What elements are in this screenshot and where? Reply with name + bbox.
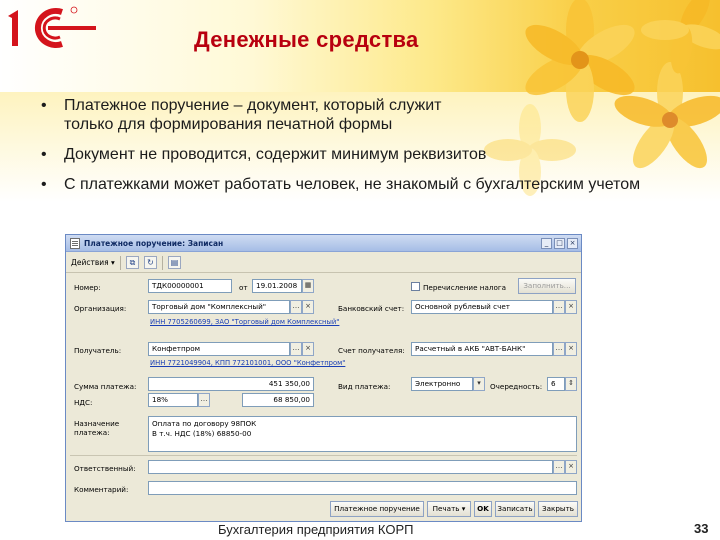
- amount-label: Сумма платежа:: [74, 382, 137, 391]
- slide-title: Денежные средства: [194, 27, 419, 52]
- number-field[interactable]: ТДК00000001: [148, 279, 232, 293]
- close-window-button[interactable]: ×: [567, 238, 578, 249]
- clear-icon[interactable]: ×: [565, 300, 577, 314]
- select-ellipsis-icon[interactable]: …: [198, 393, 210, 407]
- print-form-button[interactable]: Платежное поручение: [330, 501, 424, 517]
- recipient-inn-link[interactable]: ИНН 7721049904, КПП 772101001, ООО "Конф…: [150, 359, 345, 367]
- purpose-label: Назначение платежа:: [74, 419, 120, 437]
- window-title: Платежное поручение: Записан: [84, 239, 224, 248]
- select-ellipsis-icon[interactable]: …: [553, 300, 565, 314]
- document-icon: [70, 238, 80, 249]
- priority-label: Очередность:: [490, 382, 543, 391]
- purpose-field[interactable]: Оплата по договору 98ПОК В т.ч. НДС (18%…: [148, 416, 577, 452]
- chevron-down-icon: ▾: [461, 504, 466, 513]
- bullet-item: С платежками может работать человек, не …: [38, 175, 658, 194]
- recipient-account-label: Счет получателя:: [338, 346, 405, 355]
- responsible-label: Ответственный:: [74, 464, 136, 473]
- select-ellipsis-icon[interactable]: …: [290, 342, 302, 356]
- toolbar-divider: [162, 256, 163, 270]
- purpose-line: В т.ч. НДС (18%) 68850-00: [152, 429, 252, 438]
- actions-menu[interactable]: Действия ▾: [71, 258, 115, 267]
- 1c-logo: [8, 6, 96, 48]
- calendar-icon[interactable]: ▦: [302, 279, 314, 293]
- payment-type-select[interactable]: Электронно: [411, 377, 473, 391]
- vat-rate-field[interactable]: 18%: [148, 393, 198, 407]
- select-ellipsis-icon[interactable]: …: [290, 300, 302, 314]
- bank-account-field[interactable]: Основной рублевый счет: [411, 300, 553, 314]
- window-toolbar: Действия ▾ ⧉ ↻ ▤: [66, 253, 581, 273]
- payment-type-label: Вид платежа:: [338, 382, 391, 391]
- maximize-button[interactable]: □: [554, 238, 565, 249]
- bullet-list: Платежное поручение – документ, который …: [38, 96, 678, 205]
- stepper-icon[interactable]: ⇕: [565, 377, 577, 391]
- fill-button[interactable]: Заполнить...: [518, 278, 576, 294]
- bullet-item: Документ не проводится, содержит минимум…: [38, 145, 678, 164]
- recipient-label: Получатель:: [74, 346, 122, 355]
- copy-icon[interactable]: ⧉: [126, 256, 139, 269]
- organization-field[interactable]: Торговый дом "Комплексный": [148, 300, 290, 314]
- vat-label: НДС:: [74, 398, 93, 407]
- close-button[interactable]: Закрыть: [538, 501, 578, 517]
- page-number: 33: [694, 521, 709, 536]
- payment-order-window: Платежное поручение: Записан _ □ × Дейст…: [65, 234, 582, 522]
- chevron-down-icon: ▾: [111, 258, 115, 267]
- ok-button[interactable]: OK: [474, 501, 492, 517]
- form-divider: [70, 455, 577, 456]
- number-label: Номер:: [74, 283, 101, 292]
- structure-icon[interactable]: ▤: [168, 256, 181, 269]
- amount-field[interactable]: 451 350,00: [148, 377, 314, 391]
- save-button[interactable]: Записать: [495, 501, 535, 517]
- print-button[interactable]: Печать ▾: [427, 501, 471, 517]
- date-from-label: от: [239, 283, 248, 292]
- footer-text: Бухгалтерия предприятия КОРП: [218, 522, 414, 537]
- tax-transfer-label: Перечисление налога: [423, 283, 507, 292]
- recipient-field[interactable]: Конфетпром: [148, 342, 290, 356]
- clear-icon[interactable]: ×: [302, 300, 314, 314]
- vat-amount-field[interactable]: 68 850,00: [242, 393, 314, 407]
- priority-field[interactable]: 6: [547, 377, 565, 391]
- responsible-field[interactable]: [148, 460, 553, 474]
- organization-label: Организация:: [74, 304, 127, 313]
- purpose-line: Оплата по договору 98ПОК: [152, 419, 257, 428]
- clear-icon[interactable]: ×: [565, 342, 577, 356]
- minimize-button[interactable]: _: [541, 238, 552, 249]
- chevron-down-icon[interactable]: ▾: [473, 377, 485, 391]
- select-ellipsis-icon[interactable]: …: [553, 342, 565, 356]
- toolbar-divider: [120, 256, 121, 270]
- actions-menu-label: Действия: [71, 258, 109, 267]
- bullet-item: Платежное поручение – документ, который …: [38, 96, 478, 134]
- refresh-icon[interactable]: ↻: [144, 256, 157, 269]
- tax-transfer-checkbox[interactable]: [411, 282, 420, 291]
- comment-label: Комментарий:: [74, 485, 129, 494]
- organization-inn-link[interactable]: ИНН 7705260699, ЗАО "Торговый дом Компле…: [150, 318, 339, 326]
- clear-icon[interactable]: ×: [302, 342, 314, 356]
- bank-account-label: Банковский счет:: [338, 304, 405, 313]
- recipient-account-field[interactable]: Расчетный в АКБ "АВТ-БАНК": [411, 342, 553, 356]
- clear-icon[interactable]: ×: [565, 460, 577, 474]
- comment-field[interactable]: [148, 481, 577, 495]
- date-field[interactable]: 19.01.2008: [252, 279, 302, 293]
- window-titlebar[interactable]: Платежное поручение: Записан _ □ ×: [66, 235, 581, 252]
- select-ellipsis-icon[interactable]: …: [553, 460, 565, 474]
- print-button-label: Печать: [432, 504, 460, 513]
